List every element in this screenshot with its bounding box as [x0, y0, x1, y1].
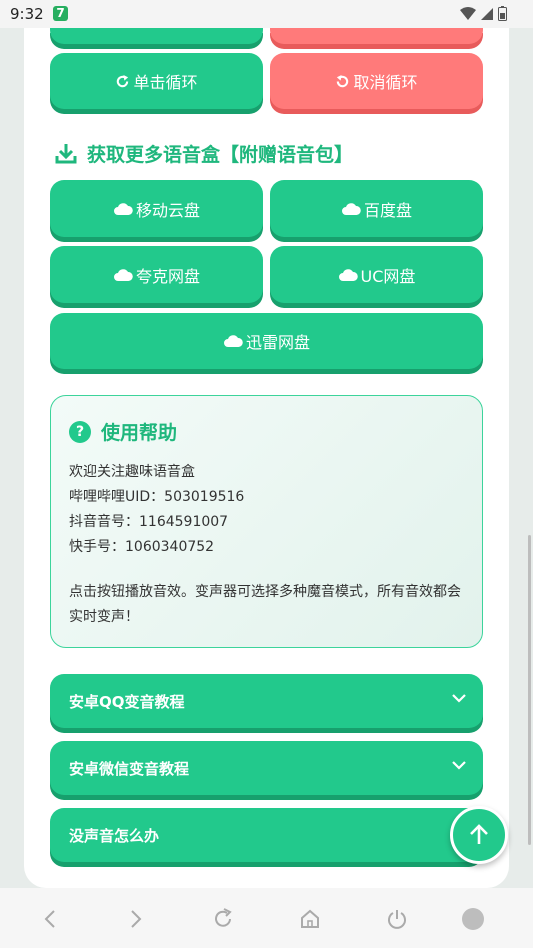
refresh-button[interactable]: [210, 906, 236, 932]
help-line-bilibili: 哔哩哔哩UID：503019516: [69, 489, 245, 505]
download-icon: [55, 144, 77, 164]
power-button[interactable]: [384, 906, 410, 932]
arrow-up-icon: [470, 824, 488, 844]
cloud-icon: [113, 202, 133, 215]
question-icon: ?: [69, 420, 91, 443]
cloud-button-label: 夸克网盘: [135, 266, 200, 286]
help-line-welcome: 欢迎关注趣味语音盒: [69, 464, 195, 480]
back-to-top-button[interactable]: [450, 806, 508, 864]
accordion-wechat-tutorial[interactable]: 安卓微信变音教程: [50, 741, 483, 795]
cropped-button-right[interactable]: [270, 28, 483, 44]
cloud-button-label: 移动云盘: [135, 200, 200, 220]
cloud-button-label: 迅雷网盘: [245, 333, 310, 352]
cloud-button-label: UC网盘: [360, 266, 416, 286]
tabs-button[interactable]: [460, 906, 486, 932]
download-section-label: 获取更多语音盒【附赠语音包】: [87, 143, 354, 166]
cloud-icon: [341, 202, 361, 215]
scrollbar[interactable]: [528, 535, 531, 845]
accordion-label: 安卓QQ变音教程: [69, 692, 185, 711]
browser-nav-bar: [0, 888, 533, 948]
accordion-qq-tutorial[interactable]: 安卓QQ变音教程: [50, 674, 483, 728]
signal-icon: [481, 7, 493, 20]
accordion-label: 没声音怎么办: [69, 826, 160, 845]
status-time: 9:32: [10, 5, 44, 23]
home-button[interactable]: [297, 906, 323, 932]
app-notification-icon: 7: [53, 6, 68, 21]
forward-button[interactable]: [123, 906, 149, 932]
single-loop-button[interactable]: 单击循环: [50, 53, 263, 109]
cropped-button-left[interactable]: [50, 28, 263, 44]
power-icon: [388, 910, 406, 929]
download-section-title: 获取更多语音盒【附赠语音包】: [55, 138, 353, 168]
cloud-button-label: 百度盘: [363, 200, 412, 220]
repeat-icon: [115, 74, 130, 89]
single-loop-label: 单击循环: [133, 73, 198, 92]
cloud-button-mobile[interactable]: 移动云盘: [50, 180, 263, 237]
accordion-no-sound[interactable]: 没声音怎么办: [50, 808, 483, 862]
help-line-kuaishou: 快手号：1060340752: [69, 539, 215, 555]
cloud-icon: [113, 268, 133, 281]
help-paragraph: 点击按钮播放音效。变声器可选择多种魔音模式，所有音效都会实时变声！: [69, 584, 461, 625]
cloud-button-xunlei[interactable]: 迅雷网盘: [50, 313, 483, 369]
help-title-label: 使用帮助: [101, 422, 178, 444]
home-icon: [301, 909, 319, 928]
help-panel: ? 使用帮助 欢迎关注趣味语音盒 哔哩哔哩UID：503019516 抖音音号：…: [50, 395, 483, 648]
help-line-douyin: 抖音音号：1164591007: [69, 514, 229, 530]
cloud-button-uc[interactable]: UC网盘: [270, 246, 483, 303]
cloud-button-quark[interactable]: 夸克网盘: [50, 246, 263, 303]
system-icons: [460, 6, 507, 21]
help-title: ? 使用帮助: [69, 418, 177, 445]
chevron-down-icon: [452, 761, 466, 770]
chevron-left-icon: [44, 910, 55, 928]
circle-icon: [462, 908, 484, 930]
chevron-down-icon: [452, 694, 466, 703]
cancel-loop-button[interactable]: 取消循环: [270, 53, 483, 109]
cloud-button-baidu[interactable]: 百度盘: [270, 180, 483, 237]
refresh-icon: [215, 908, 232, 927]
undo-icon: [335, 74, 350, 89]
cancel-loop-label: 取消循环: [353, 73, 418, 92]
cloud-icon: [338, 268, 358, 281]
back-button[interactable]: [37, 906, 63, 932]
status-bar: 9:32 7: [0, 0, 533, 28]
battery-icon: [498, 6, 507, 21]
accordion-label: 安卓微信变音教程: [69, 759, 190, 778]
wifi-icon: [460, 6, 476, 20]
chevron-right-icon: [131, 910, 142, 928]
cloud-icon: [223, 335, 243, 347]
